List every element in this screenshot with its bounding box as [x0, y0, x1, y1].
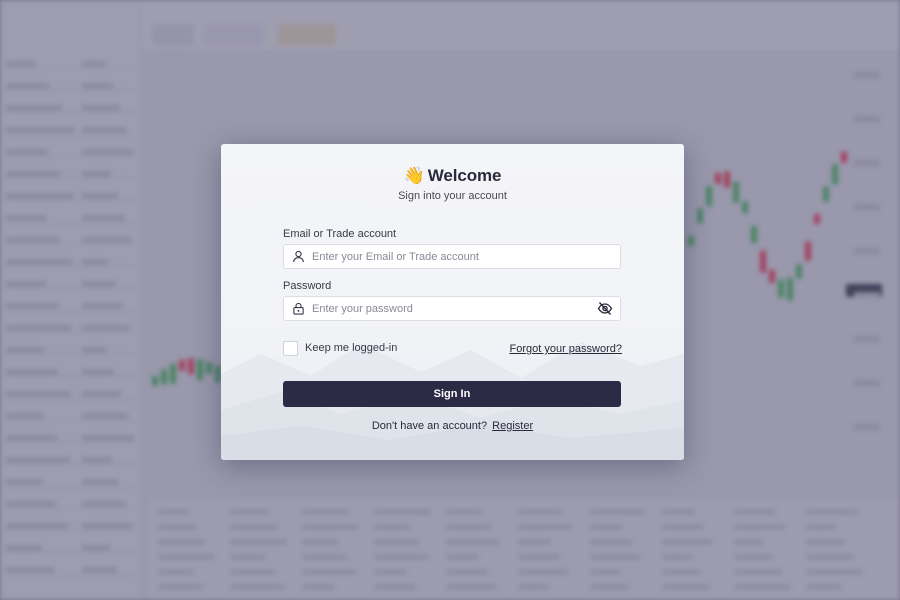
password-field[interactable]: [312, 297, 592, 320]
register-row: Don't have an account? Register: [221, 420, 684, 432]
remember-me-row: Keep me logged-in: [283, 340, 397, 356]
email-field[interactable]: [312, 245, 592, 268]
lock-icon: [293, 302, 304, 315]
modal-header: 👋 Welcome Sign into your account: [221, 166, 684, 202]
modal-title-row: 👋 Welcome: [221, 166, 684, 186]
login-modal: 👋 Welcome Sign into your account Email or…: [221, 144, 684, 460]
email-field-wrapper[interactable]: [283, 244, 621, 269]
remember-me-checkbox[interactable]: [283, 340, 298, 356]
remember-me-label[interactable]: Keep me logged-in: [305, 342, 397, 354]
register-prompt: Don't have an account?: [371, 420, 488, 432]
user-icon: [293, 250, 304, 263]
password-label: Password: [283, 280, 332, 292]
forgot-password-link[interactable]: Forgot your password?: [510, 343, 623, 355]
sign-in-button[interactable]: Sign In: [283, 381, 621, 407]
eye-off-icon[interactable]: [597, 301, 613, 316]
password-field-wrapper[interactable]: [283, 296, 621, 321]
register-link[interactable]: Register: [492, 420, 533, 432]
modal-subtitle: Sign into your account: [398, 190, 507, 202]
modal-title: Welcome: [427, 166, 502, 185]
email-label: Email or Trade account: [283, 228, 397, 240]
waving-hand-icon: 👋: [403, 166, 425, 185]
